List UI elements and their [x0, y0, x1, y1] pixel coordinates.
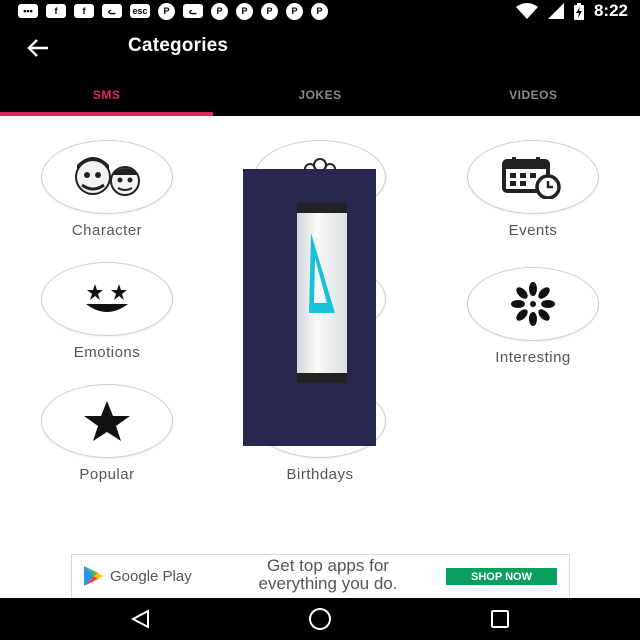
pinterest-icon: P — [311, 2, 328, 20]
category-circle — [467, 140, 599, 214]
navigation-bar — [0, 598, 640, 640]
facebook-icon: f — [46, 4, 66, 18]
star-icon — [84, 401, 130, 441]
smiley-stars-icon — [86, 284, 128, 312]
nav-recents-icon[interactable] — [487, 607, 513, 631]
category-popular[interactable]: Popular — [17, 384, 197, 483]
triangle-logo-icon — [309, 233, 335, 313]
pinterest-icon: P — [286, 2, 303, 20]
category-events[interactable]: Events — [443, 140, 623, 239]
category-emotions[interactable]: Emotions — [17, 262, 197, 361]
category-circle — [41, 262, 173, 336]
ad-banner[interactable]: Google Play Get top apps for everything … — [71, 554, 570, 599]
category-character[interactable]: Character — [17, 140, 197, 239]
page-title: Categories — [128, 35, 229, 56]
facebook-icon: f — [74, 4, 94, 18]
category-label: Character — [71, 222, 143, 239]
calendar-clock-icon — [502, 157, 561, 199]
cat-icon: ᓚ — [102, 4, 122, 18]
category-circle — [41, 140, 173, 214]
google-play-badge: Google Play — [82, 565, 192, 587]
cartoon-characters-icon — [75, 157, 140, 196]
pinterest-icon: P — [211, 2, 228, 20]
category-label: Emotions — [73, 344, 141, 361]
status-bar: ••• f f ᓚ esc P ᓚ P P P P P 8:22 — [0, 0, 640, 22]
pinterest-icon: P — [158, 2, 175, 20]
pinterest-icon: P — [236, 2, 253, 20]
wifi-icon — [515, 3, 538, 19]
tab-bar: SMS JOKES VIDEOS — [0, 74, 640, 116]
shop-now-button[interactable]: SHOP NOW — [446, 568, 557, 585]
category-label: Popular — [79, 466, 135, 483]
category-label: Birthdays — [286, 466, 354, 483]
chat-icon: ••• — [18, 4, 38, 18]
google-play-icon — [84, 566, 103, 586]
battery-icon — [573, 2, 584, 20]
ad-text: Get top apps for everything you do. — [258, 556, 398, 593]
cat-icon: ᓚ — [183, 4, 203, 18]
nav-back-icon[interactable] — [127, 607, 153, 631]
overlay-panel — [297, 203, 347, 383]
esc-icon: esc — [130, 4, 150, 18]
back-arrow-icon[interactable] — [22, 32, 54, 64]
flower-icon — [511, 282, 555, 326]
clock: 8:22 — [593, 1, 628, 20]
category-label: Interesting — [495, 349, 571, 366]
category-label: Events — [508, 222, 558, 239]
category-circle — [467, 267, 599, 341]
signal-icon — [547, 3, 564, 19]
tab-videos[interactable]: VIDEOS — [427, 74, 640, 116]
category-circle — [41, 384, 173, 458]
tab-jokes[interactable]: JOKES — [213, 74, 426, 116]
notification-icons: ••• f f ᓚ esc P ᓚ P P P P P — [18, 2, 328, 20]
overlay-graphic — [243, 169, 376, 446]
tab-sms[interactable]: SMS — [0, 74, 214, 116]
ad-store-name: Google Play — [110, 567, 192, 585]
category-interesting[interactable]: Interesting — [443, 267, 623, 366]
pinterest-icon: P — [261, 2, 278, 20]
app-bar: Categories — [0, 22, 640, 74]
nav-home-icon[interactable] — [307, 607, 333, 631]
